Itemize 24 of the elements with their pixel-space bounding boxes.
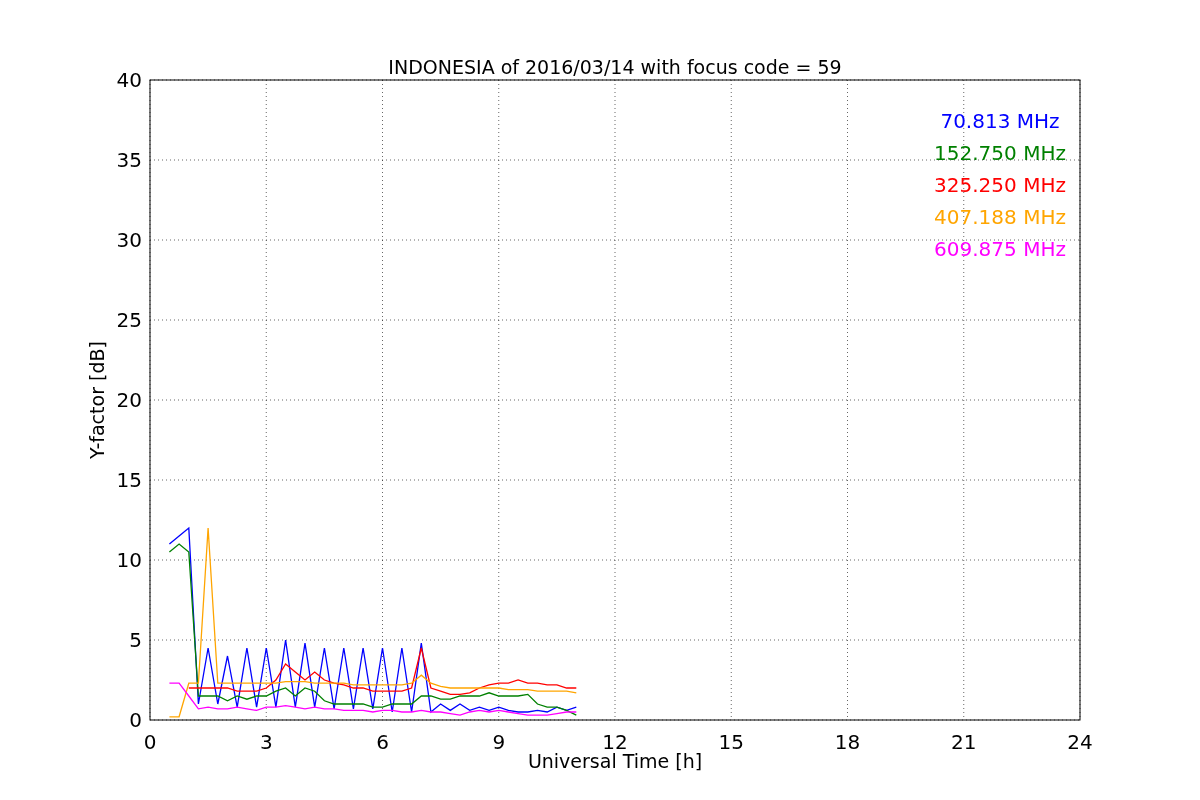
y-tick-label: 25 — [116, 308, 142, 332]
x-tick-label: 0 — [143, 730, 157, 754]
x-tick-label: 9 — [492, 730, 506, 754]
y-tick-label: 40 — [116, 68, 142, 92]
y-tick-label: 10 — [116, 548, 142, 572]
x-tick-label: 21 — [951, 730, 977, 754]
x-tick-label: 18 — [834, 730, 861, 754]
y-tick-label: 20 — [116, 388, 142, 412]
y-tick-label: 30 — [116, 228, 142, 252]
y-tick-label: 0 — [129, 708, 142, 732]
x-tick-label: 24 — [1067, 730, 1093, 754]
legend-label: 407.188 MHz — [934, 205, 1066, 229]
legend-label: 325.250 MHz — [934, 173, 1066, 197]
y-axis-label: Y-factor [dB] — [86, 341, 108, 459]
x-tick-label: 6 — [376, 730, 389, 754]
legend-label: 70.813 MHz — [940, 109, 1060, 133]
chart-title: INDONESIA of 2016/03/14 with focus code = 59 — [388, 56, 842, 78]
y-tick-label: 15 — [116, 468, 142, 492]
x-tick-label: 15 — [718, 730, 744, 754]
legend-label: 609.875 MHz — [934, 237, 1066, 261]
legend-label: 152.750 MHz — [934, 141, 1066, 165]
y-tick-label: 5 — [129, 628, 142, 652]
x-tick-label: 3 — [259, 730, 273, 754]
y-tick-label: 35 — [116, 148, 142, 172]
